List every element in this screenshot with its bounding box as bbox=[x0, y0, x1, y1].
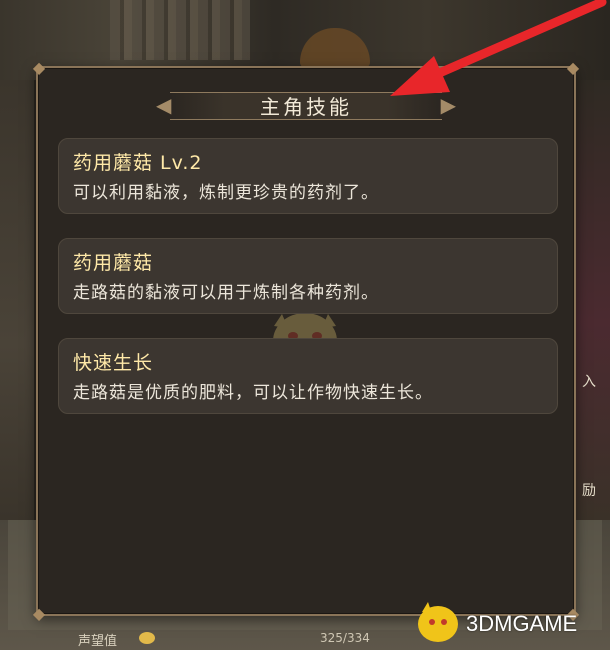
skill-card[interactable]: 快速生长 走路菇是优质的肥料，可以让作物快速生长。 bbox=[58, 338, 558, 414]
corner-ornament-icon: ◆ bbox=[32, 58, 46, 77]
background-right-strip bbox=[576, 80, 610, 520]
skill-description: 走路菇是优质的肥料，可以让作物快速生长。 bbox=[73, 383, 433, 403]
skill-list: 药用蘑菇 Lv.2 可以利用黏液，炼制更珍贵的药剂了。 药用蘑菇 走路菇的黏液可… bbox=[58, 138, 558, 438]
skills-dialog: ◆ ◆ ◆ ◆ ◀ ▶ 主角技能 药用蘑菇 Lv.2 可以利用黏液，炼制更珍贵的… bbox=[33, 59, 579, 623]
reputation-value: 325/334 bbox=[320, 631, 370, 645]
skill-name: 快速生长 bbox=[73, 352, 154, 374]
reputation-icon bbox=[139, 632, 155, 644]
side-label-right-lower: 励 bbox=[582, 483, 596, 499]
side-label-right-upper: 入 bbox=[582, 374, 596, 390]
skill-card[interactable]: 药用蘑菇 Lv.2 可以利用黏液，炼制更珍贵的药剂了。 bbox=[58, 138, 558, 214]
corner-ornament-icon: ◆ bbox=[32, 604, 46, 623]
skill-name: 药用蘑菇 Lv.2 bbox=[73, 152, 203, 174]
skill-description: 可以利用黏液，炼制更珍贵的药剂了。 bbox=[73, 183, 379, 203]
title-left-ornament-icon: ◀ bbox=[156, 93, 172, 117]
watermark-text: 3DMGAME bbox=[466, 611, 578, 636]
reputation-label: 声望值 bbox=[78, 634, 118, 649]
skill-name: 药用蘑菇 bbox=[73, 252, 154, 274]
skill-card[interactable]: 药用蘑菇 走路菇的黏液可以用于炼制各种药剂。 bbox=[58, 238, 558, 314]
background-books bbox=[110, 0, 250, 60]
background-left-strip bbox=[0, 80, 34, 520]
red-arrow-annotation-icon bbox=[390, 0, 607, 96]
dialog-title: 主角技能 bbox=[260, 94, 352, 119]
skill-description: 走路菇的黏液可以用于炼制各种药剂。 bbox=[73, 283, 379, 303]
